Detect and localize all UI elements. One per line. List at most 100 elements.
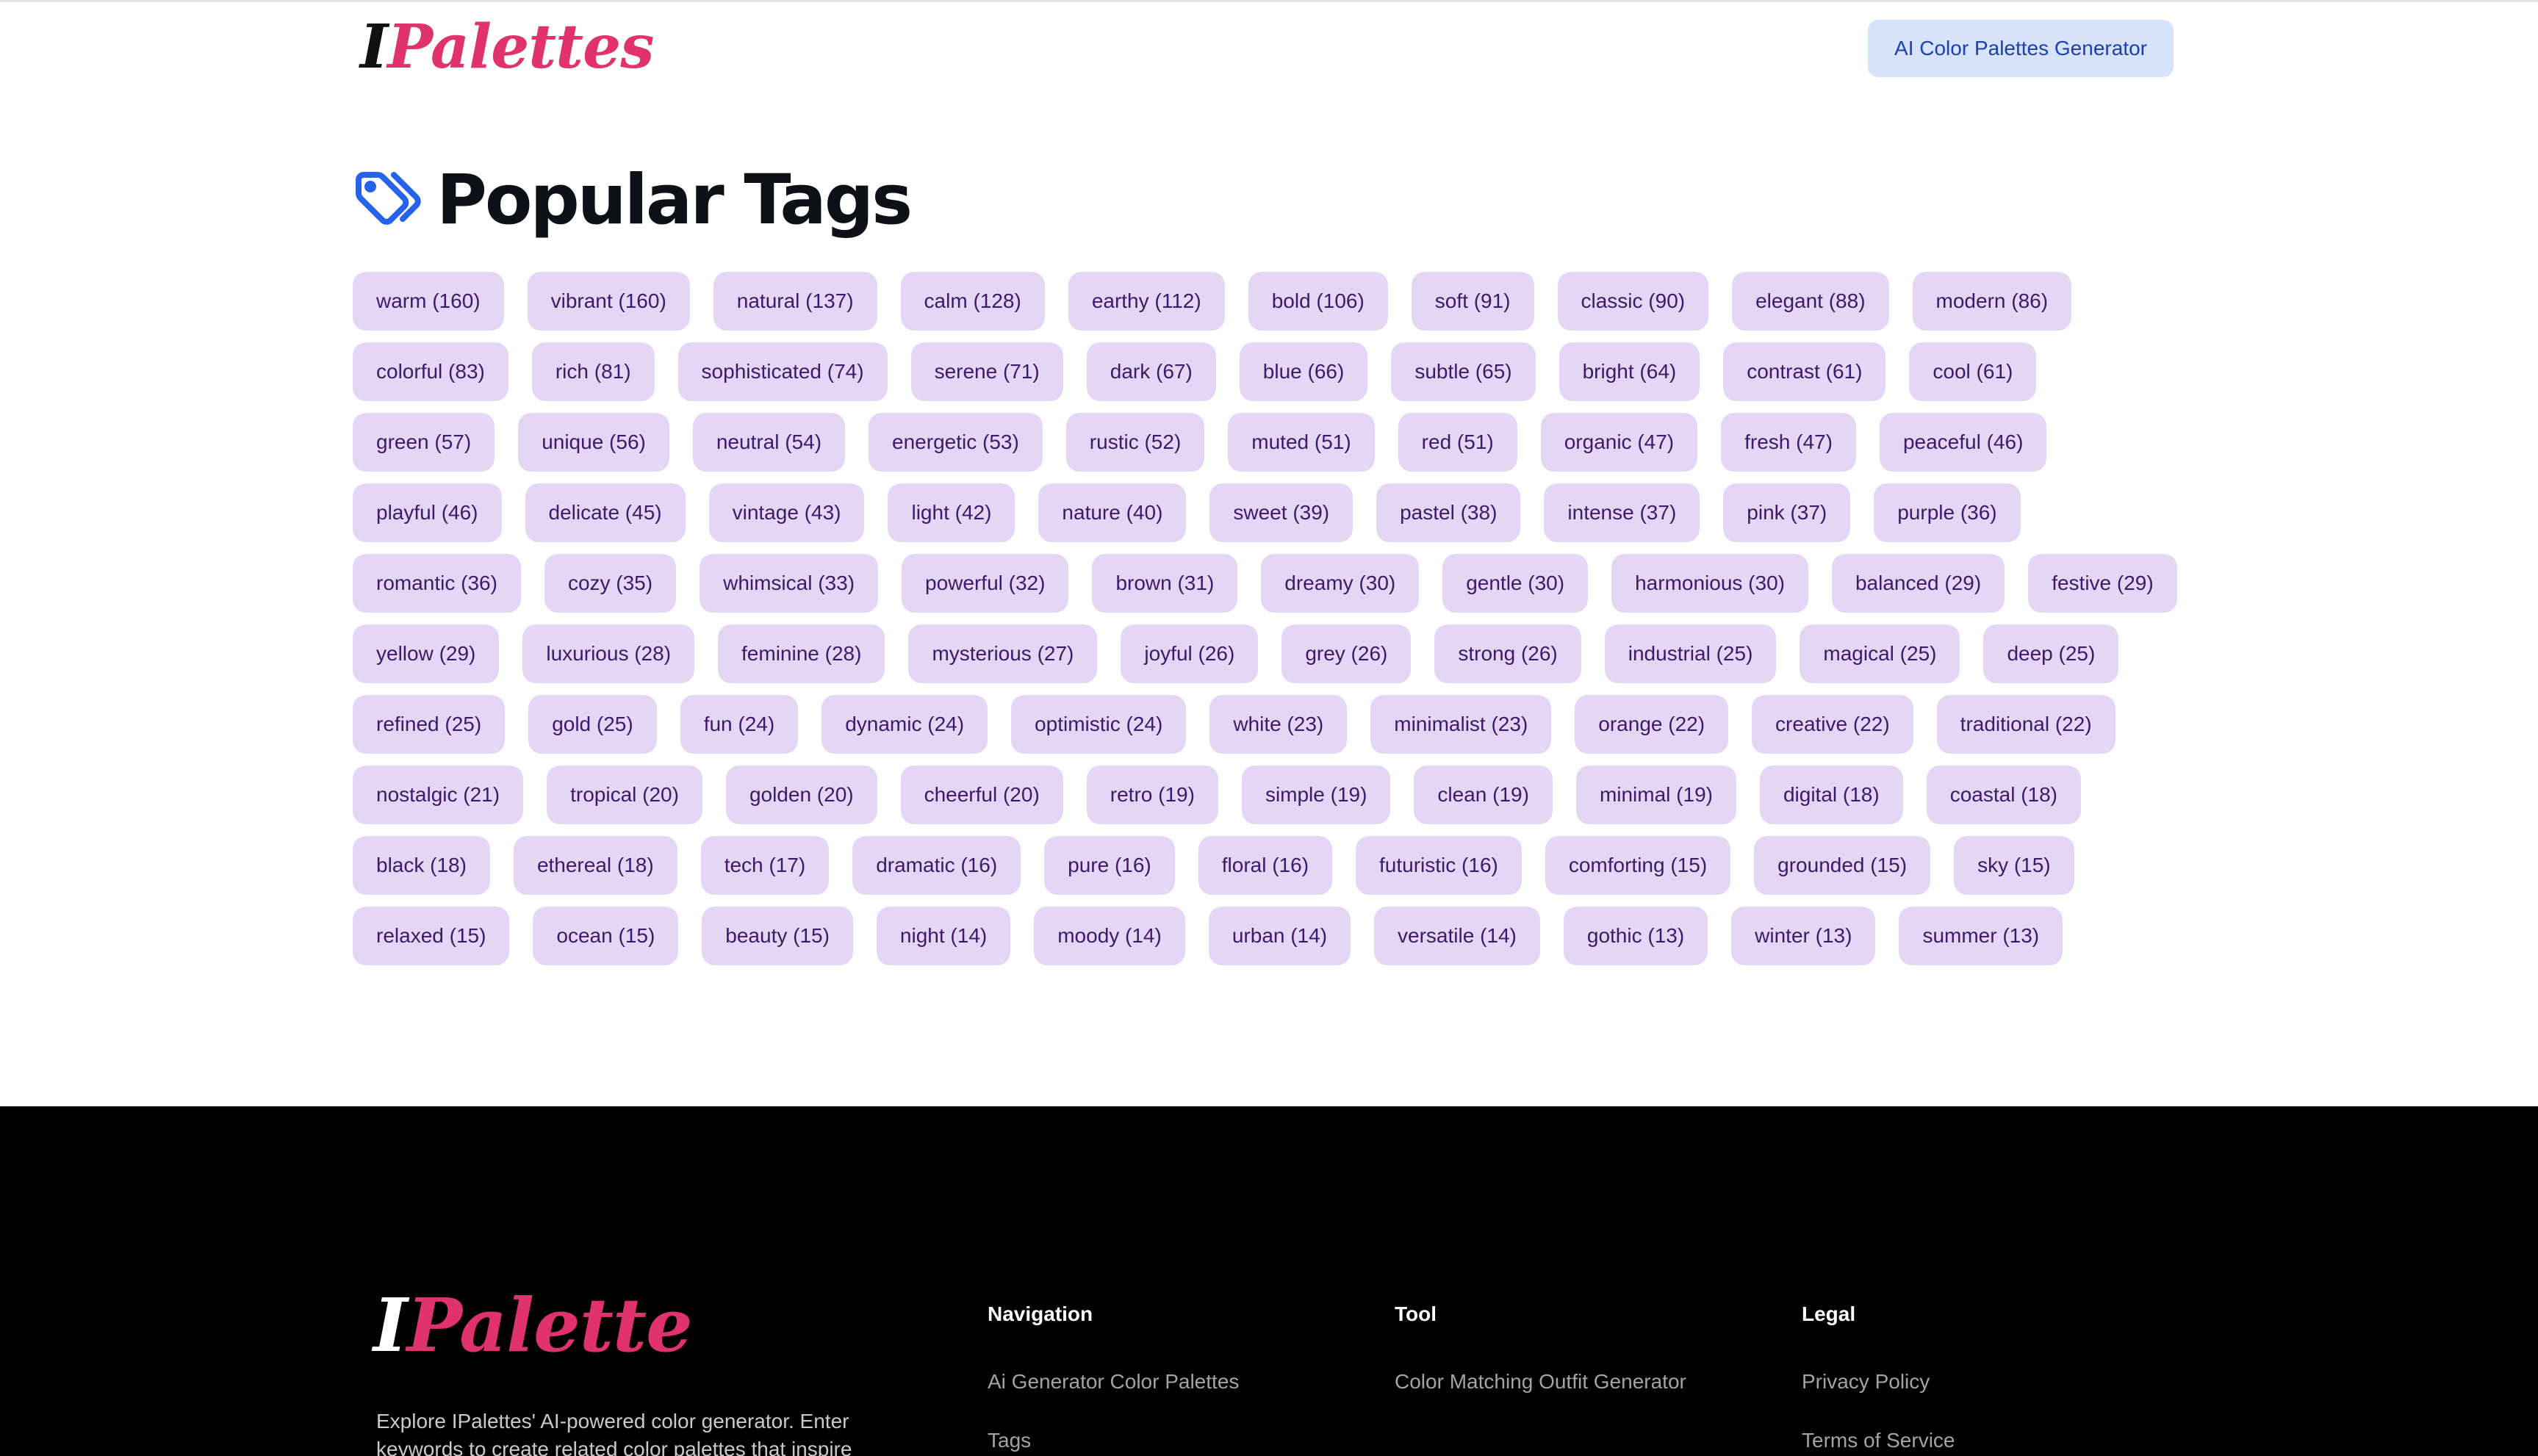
- tag-chip[interactable]: delicate (45): [525, 483, 686, 542]
- tag-chip[interactable]: yellow (29): [353, 624, 500, 683]
- tag-chip[interactable]: optimistic (24): [1011, 695, 1187, 754]
- tag-chip[interactable]: summer (13): [1899, 907, 2063, 965]
- tag-chip[interactable]: moody (14): [1034, 907, 1185, 965]
- tag-chip[interactable]: magical (25): [1800, 624, 1960, 683]
- tag-chip[interactable]: simple (19): [1241, 765, 1391, 824]
- tag-chip[interactable]: elegant (88): [1732, 272, 1889, 331]
- tag-chip[interactable]: black (18): [353, 836, 490, 895]
- tag-chip[interactable]: rustic (52): [1065, 413, 1205, 472]
- tag-chip[interactable]: peaceful (46): [1879, 413, 2047, 472]
- tag-chip[interactable]: comforting (15): [1545, 836, 1731, 895]
- tag-chip[interactable]: traditional (22): [1936, 695, 2115, 754]
- site-logo[interactable]: IPalettes: [360, 10, 654, 84]
- tag-chip[interactable]: natural (137): [713, 272, 877, 331]
- tag-chip[interactable]: tropical (20): [547, 765, 702, 824]
- tag-chip[interactable]: joyful (26): [1121, 624, 1259, 683]
- tag-chip[interactable]: earthy (112): [1068, 272, 1225, 331]
- tag-chip[interactable]: creative (22): [1752, 695, 1913, 754]
- tag-chip[interactable]: nostalgic (21): [353, 765, 524, 824]
- tag-chip[interactable]: purple (36): [1874, 483, 2021, 542]
- tag-chip[interactable]: refined (25): [353, 695, 506, 754]
- tag-chip[interactable]: gold (25): [528, 695, 657, 754]
- tag-chip[interactable]: night (14): [876, 907, 1011, 965]
- tag-chip[interactable]: festive (29): [2028, 554, 2177, 613]
- tag-chip[interactable]: feminine (28): [718, 624, 885, 683]
- tag-chip[interactable]: calm (128): [900, 272, 1045, 331]
- tag-chip[interactable]: cool (61): [1909, 342, 2037, 401]
- tag-chip[interactable]: blue (66): [1239, 342, 1368, 401]
- tag-chip[interactable]: white (23): [1209, 695, 1348, 754]
- tag-chip[interactable]: retro (19): [1086, 765, 1218, 824]
- tag-chip[interactable]: floral (16): [1198, 836, 1333, 895]
- tag-chip[interactable]: balanced (29): [1831, 554, 2005, 613]
- tag-chip[interactable]: dramatic (16): [852, 836, 1021, 895]
- tag-chip[interactable]: pink (37): [1723, 483, 1851, 542]
- tag-chip[interactable]: relaxed (15): [353, 907, 510, 965]
- tag-chip[interactable]: pure (16): [1044, 836, 1175, 895]
- tag-chip[interactable]: bold (106): [1248, 272, 1388, 331]
- tag-chip[interactable]: dynamic (24): [822, 695, 988, 754]
- tag-chip[interactable]: powerful (32): [902, 554, 1069, 613]
- tag-chip[interactable]: golden (20): [725, 765, 877, 824]
- tag-chip[interactable]: strong (26): [1434, 624, 1581, 683]
- tag-chip[interactable]: romantic (36): [353, 554, 521, 613]
- tag-chip[interactable]: beauty (15): [702, 907, 853, 965]
- tag-chip[interactable]: ethereal (18): [513, 836, 677, 895]
- tag-chip[interactable]: gentle (30): [1442, 554, 1589, 613]
- tag-chip[interactable]: digital (18): [1759, 765, 1903, 824]
- tag-chip[interactable]: neutral (54): [692, 413, 846, 472]
- tag-chip[interactable]: cheerful (20): [900, 765, 1063, 824]
- tag-chip[interactable]: energetic (53): [869, 413, 1043, 472]
- tag-chip[interactable]: gothic (13): [1563, 907, 1708, 965]
- tag-chip[interactable]: sky (15): [1954, 836, 2074, 895]
- tag-chip[interactable]: soft (91): [1411, 272, 1534, 331]
- tag-chip[interactable]: versatile (14): [1374, 907, 1540, 965]
- tag-chip[interactable]: vibrant (160): [527, 272, 690, 331]
- tag-chip[interactable]: tech (17): [700, 836, 830, 895]
- tag-chip[interactable]: modern (86): [1912, 272, 2072, 331]
- tag-chip[interactable]: subtle (65): [1391, 342, 1536, 401]
- tag-chip[interactable]: grey (26): [1281, 624, 1412, 683]
- tag-chip[interactable]: futuristic (16): [1356, 836, 1522, 895]
- tag-chip[interactable]: dreamy (30): [1261, 554, 1420, 613]
- footer-link-tags[interactable]: Tags: [988, 1429, 1031, 1452]
- tag-chip[interactable]: pastel (38): [1376, 483, 1521, 542]
- tag-chip[interactable]: industrial (25): [1604, 624, 1777, 683]
- tag-chip[interactable]: serene (71): [910, 342, 1063, 401]
- tag-chip[interactable]: playful (46): [353, 483, 502, 542]
- tag-chip[interactable]: luxurious (28): [522, 624, 695, 683]
- tag-chip[interactable]: intense (37): [1544, 483, 1700, 542]
- tag-chip[interactable]: light (42): [888, 483, 1015, 542]
- tag-chip[interactable]: sweet (39): [1209, 483, 1354, 542]
- tag-chip[interactable]: rich (81): [531, 342, 655, 401]
- tag-chip[interactable]: warm (160): [353, 272, 504, 331]
- tag-chip[interactable]: dark (67): [1086, 342, 1216, 401]
- tag-chip[interactable]: coastal (18): [1926, 765, 2081, 824]
- tag-chip[interactable]: minimalist (23): [1370, 695, 1552, 754]
- ai-generator-button[interactable]: AI Color Palettes Generator: [1868, 20, 2174, 77]
- tag-chip[interactable]: fun (24): [680, 695, 799, 754]
- tag-chip[interactable]: urban (14): [1208, 907, 1351, 965]
- footer-link-ai-generator[interactable]: Ai Generator Color Palettes: [988, 1370, 1239, 1393]
- tag-chip[interactable]: deep (25): [1983, 624, 2119, 683]
- tag-chip[interactable]: muted (51): [1228, 413, 1375, 472]
- tag-chip[interactable]: harmonious (30): [1611, 554, 1808, 613]
- tag-chip[interactable]: grounded (15): [1754, 836, 1931, 895]
- tag-chip[interactable]: orange (22): [1575, 695, 1729, 754]
- tag-chip[interactable]: whimsical (33): [700, 554, 879, 613]
- tag-chip[interactable]: brown (31): [1092, 554, 1238, 613]
- tag-chip[interactable]: organic (47): [1540, 413, 1698, 472]
- footer-link-outfit-generator[interactable]: Color Matching Outfit Generator: [1395, 1370, 1686, 1393]
- tag-chip[interactable]: green (57): [353, 413, 495, 472]
- footer-link-terms[interactable]: Terms of Service: [1802, 1429, 1955, 1452]
- tag-chip[interactable]: clean (19): [1414, 765, 1553, 824]
- tag-chip[interactable]: contrast (61): [1723, 342, 1886, 401]
- tag-chip[interactable]: ocean (15): [533, 907, 679, 965]
- tag-chip[interactable]: red (51): [1398, 413, 1517, 472]
- tag-chip[interactable]: sophisticated (74): [677, 342, 888, 401]
- footer-link-privacy[interactable]: Privacy Policy: [1802, 1370, 1930, 1393]
- tag-chip[interactable]: unique (56): [518, 413, 669, 472]
- tag-chip[interactable]: fresh (47): [1721, 413, 1856, 472]
- tag-chip[interactable]: cozy (35): [544, 554, 677, 613]
- tag-chip[interactable]: winter (13): [1731, 907, 1876, 965]
